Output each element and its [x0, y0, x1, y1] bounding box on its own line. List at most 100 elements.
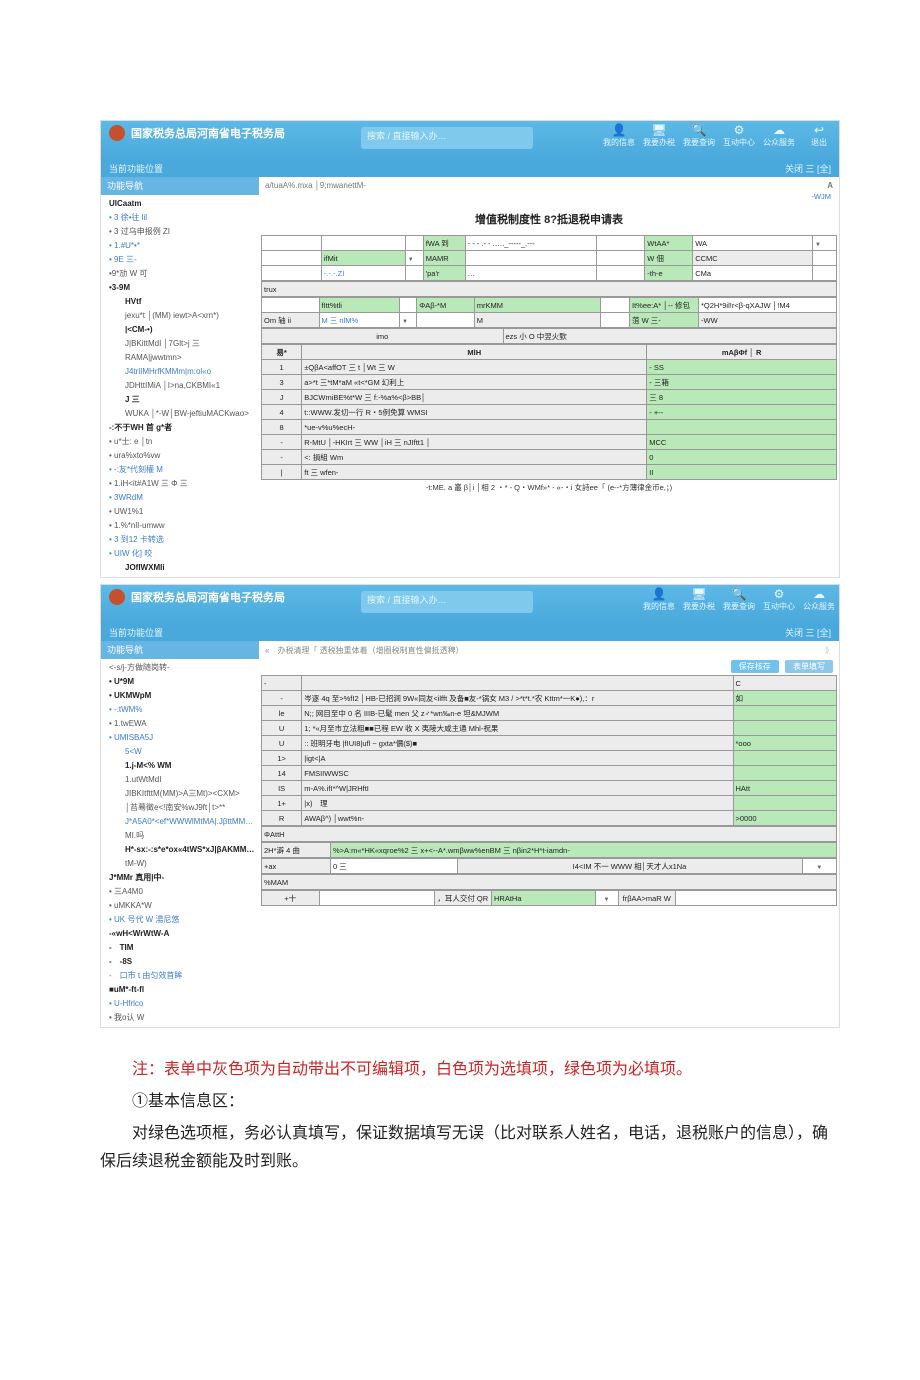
sidebar-item[interactable]: J*MMr 真用|中-: [105, 871, 255, 885]
crumb-close-icon[interactable]: 》: [825, 645, 833, 656]
corner-link[interactable]: -WJM: [811, 192, 831, 201]
main-panel: « 办税清理「 透税独重体着（增圈税制直性偏抵透稗） 》 保存核存 表单填写 -…: [259, 641, 839, 1027]
cell-fwa[interactable]: fWA 到: [423, 236, 465, 251]
sidebar-item[interactable]: • 我o认 W: [105, 1011, 255, 1025]
sidebar-item[interactable]: RAMA|jwwtmn>: [105, 351, 255, 365]
sidebar-item[interactable]: H*-sx:-:s*e*ox«4tWS*xJ|βAKMM|MW!: [105, 843, 255, 857]
nav-icon-我要查询[interactable]: 🔍我要查询: [723, 587, 755, 612]
sidebar-item[interactable]: • 1.twEWA: [105, 717, 255, 731]
nav-icon-公众服务[interactable]: ☁公众服务: [763, 123, 795, 148]
table-row: -岑逐 4q 至>%fI2 │HB-已招涧 9W«同友<ilfft 及备■友-*…: [262, 691, 837, 706]
sidebar-item[interactable]: • UK 号代 W 湯尼悠: [105, 913, 255, 927]
table-row: 3a>*t 三*tM*aM «t<*GM 幻利上- 三箱: [262, 375, 837, 390]
table-row: 4t::WWW.发切一行 R・5例免算 WMSI- +--: [262, 405, 837, 420]
sidebar-item[interactable]: • UKMWpM: [105, 689, 255, 703]
sidebar-item[interactable]: jexu*t │(MM) iewt>A<xrn*): [105, 309, 255, 323]
form-title: 增值税制度性 8?抵退税申请表: [261, 211, 837, 227]
nav-icon-互动中心[interactable]: ⚙互动中心: [763, 587, 795, 612]
top-icon-bar: 👤我的信息 🖥我要办税 🔍我要查询 ⚙互动中心 ☁公众服务 ↩退出: [603, 123, 835, 148]
sidebar-item[interactable]: • UIW 化] 咬: [105, 547, 255, 561]
sidebar-item[interactable]: • UMISBA5J: [105, 731, 255, 745]
sidebar-item[interactable]: • u*士: e │tn: [105, 435, 255, 449]
app-title: 国家税务总局河南省电子税务局: [131, 589, 285, 605]
screenshot-window-1: 国家税务总局河南省电子税务局 搜索 / 直接输入办… 👤我的信息 🖥我要办税 🔍我要…: [100, 120, 840, 578]
search-input[interactable]: 搜索 / 直接输入办…: [361, 127, 533, 149]
main-panel: a/tuaA%.mxa │9;mwanettM- A -WJM 增值税制度性 8…: [259, 177, 839, 577]
nav-icon-退出[interactable]: ↩退出: [803, 123, 835, 148]
sidebar-item[interactable]: JIBKItfttM(MM)>A三Mt)><CXM>: [105, 787, 255, 801]
sidebar-item[interactable]: - -8S: [105, 955, 255, 969]
table-row: -R-MtU │-HKIrt 三 WW │iH 三 nJIftt1 │MCC: [262, 435, 837, 450]
sidebar-item[interactable]: WUKA │*-W│BW-jeftiuMACKwao>: [105, 407, 255, 421]
sidebar-item[interactable]: |<CM-•): [105, 323, 255, 337]
document-body: 注：表单中灰色项为自动带出不可编辑项，白色项为选填项，绿色项为必填项。 ①基本信…: [100, 1056, 840, 1176]
sidebar-item[interactable]: J4trlIMHrfKMMm|m:ol«o: [105, 365, 255, 379]
save-button[interactable]: 保存核存: [731, 660, 779, 673]
sidebar-item[interactable]: UlCaatm: [105, 197, 255, 211]
table-row: U:: 班明牙电 |fIUI8|ufl ~ gxta*價($)■*ooo: [262, 736, 837, 751]
sidebar-item[interactable]: │苔蓦徵e<!南安%wJ9ft│t>**: [105, 801, 255, 815]
sidebar-item[interactable]: JDHttIMiA │I>na,CKBMI«1: [105, 379, 255, 393]
sidebar-item[interactable]: - TIM: [105, 941, 255, 955]
sidebar: 功能导航 <-s/j-方做随岗转-• U*9M• UKMWpM• -:tWM%•…: [101, 641, 259, 1027]
sidebar-item[interactable]: 5<W: [105, 745, 255, 759]
nav-icon-我要办税[interactable]: 🖥我要办税: [683, 587, 715, 612]
sidebar-item[interactable]: HVtf: [105, 295, 255, 309]
sidebar-item[interactable]: <-s/j-方做随岗转-: [105, 661, 255, 675]
sidebar-item[interactable]: • 3 到12 卡转选: [105, 533, 255, 547]
sidebar-item[interactable]: JOfIWXMIi: [105, 561, 255, 575]
sidebar-item[interactable]: • 1.iH<it#A1W 三 Φ 三: [105, 477, 255, 491]
sidebar-item[interactable]: • -:友*代刻權 M: [105, 463, 255, 477]
sidebar-item[interactable]: •3-9M: [105, 281, 255, 295]
sidebar-item[interactable]: J*A5A0*<ef*WWWlMtMA|.JβttMM(石: [105, 815, 255, 829]
table-row: 1+|x) 理: [262, 796, 837, 811]
sidebar-header: 功能导航: [101, 177, 259, 195]
sidebar-item[interactable]: • -:tWM%: [105, 703, 255, 717]
nav-icon-我的信息[interactable]: 👤我的信息: [603, 123, 635, 148]
sidebar-item[interactable]: tM-W): [105, 857, 255, 871]
imo-right: ezs 小 O 中翌火歅: [503, 329, 837, 344]
header-banner-2: 国家税务总局河南省电子税务局 搜索 / 直接输入办… 👤我的信息 🖥我要办税 🔍我要…: [101, 585, 839, 623]
sidebar-item[interactable]: • uMKKA*W: [105, 899, 255, 913]
nav-icon-我要办税[interactable]: 🖥我要办税: [643, 123, 675, 148]
screenshot-window-2: 国家税务总局河南省电子税务局 搜索 / 直接输入办… 👤我的信息 🖥我要办税 🔍我要…: [100, 584, 840, 1028]
sidebar-item[interactable]: • 3 徐•往 lil: [105, 211, 255, 225]
sidebar-item[interactable]: • 1.%*nlI-umww: [105, 519, 255, 533]
nav-icon-公众服务[interactable]: ☁公众服务: [803, 587, 835, 612]
breadcrumb: a/tuaA%.mxa │9;mwanettM-: [265, 181, 366, 190]
sidebar-item[interactable]: • U-Hfrlco: [105, 997, 255, 1011]
table-row: JBJCWmiBE%t*W 三 f:-%a%<β>BB│三 8: [262, 390, 837, 405]
fill-button[interactable]: 表单填写: [785, 660, 833, 673]
sidebar-item[interactable]: • U*9M: [105, 675, 255, 689]
tax-emblem-icon: [109, 125, 125, 141]
sidebar-item[interactable]: 1.j-M<% WM: [105, 759, 255, 773]
strip-left: 当前功能位置: [109, 162, 163, 175]
sidebar-item[interactable]: -:不于WH 首 g*者: [105, 421, 255, 435]
nav-icon-我的信息[interactable]: 👤我的信息: [643, 587, 675, 612]
sidebar-item[interactable]: • 3 过乌申报例 ZI: [105, 225, 255, 239]
sidebar-item[interactable]: • 三A4M0: [105, 885, 255, 899]
sidebar-item[interactable]: • 9E 三-: [105, 253, 255, 267]
sidebar-item[interactable]: •9*劢 W 可: [105, 267, 255, 281]
strip-right: 关闭 三 [全]: [785, 626, 831, 639]
sidebar-item[interactable]: • ura%xto%vw: [105, 449, 255, 463]
sidebar-item[interactable]: J|BKittMdI │7Glt>j 三: [105, 337, 255, 351]
sidebar-item[interactable]: • UW1%1: [105, 505, 255, 519]
sidebar-item[interactable]: - 口市 t 由匀效苜眸: [105, 969, 255, 983]
sidebar-item[interactable]: 1.utWtMdI: [105, 773, 255, 787]
app-title: 国家税务总局河南省电子税务局: [131, 125, 285, 141]
nav-icon-互动中心[interactable]: ⚙互动中心: [723, 123, 755, 148]
sidebar-item[interactable]: MI.吗: [105, 829, 255, 843]
sidebar-item[interactable]: • 1.#U*•*: [105, 239, 255, 253]
sub-header-strip: 当前功能位置 关闭 三 [全]: [101, 623, 839, 641]
section-mam: %MAM: [262, 875, 837, 890]
sidebar-item[interactable]: ■uM*-ft-fl: [105, 983, 255, 997]
search-input[interactable]: 搜索 / 直接输入办…: [361, 591, 533, 613]
breadcrumb: « 办税清理「 透税独重体着（增圈税制直性偏抵透稗）: [265, 645, 464, 656]
sidebar-item[interactable]: • 3WRdM: [105, 491, 255, 505]
nav-icon-我要查询[interactable]: 🔍我要查询: [683, 123, 715, 148]
imo-cell: imo: [262, 329, 504, 344]
sidebar: 功能导航 UlCaatm• 3 徐•往 lil• 3 过乌申报例 ZI• 1.#…: [101, 177, 259, 577]
sidebar-item[interactable]: J 三: [105, 393, 255, 407]
sidebar-item[interactable]: -«wH<WrWtW-A: [105, 927, 255, 941]
